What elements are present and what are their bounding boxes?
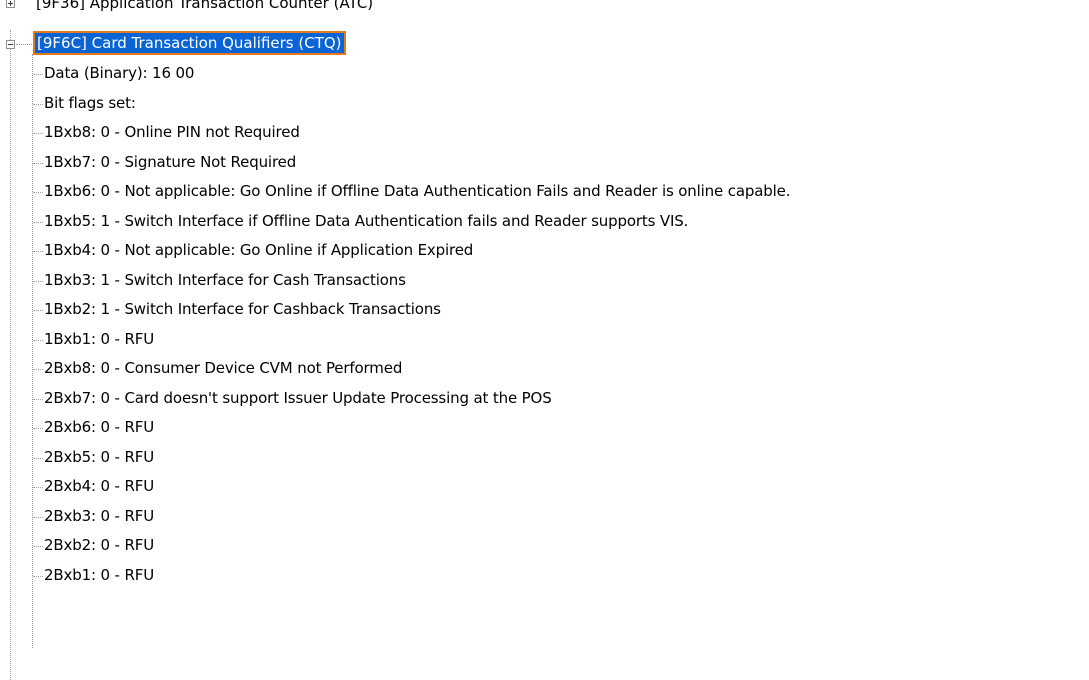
expand-plus-icon[interactable] xyxy=(6,0,15,8)
tree-child-item[interactable]: 1Bxb1: 0 - RFU xyxy=(0,325,1089,354)
tree-child-item[interactable]: Bit flags set: xyxy=(0,89,1089,118)
tree-child-item[interactable]: 1Bxb6: 0 - Not applicable: Go Online if … xyxy=(0,177,1089,206)
tree-child-item[interactable]: 2Bxb5: 0 - RFU xyxy=(0,443,1089,472)
tree-child-item[interactable]: 1Bxb2: 1 - Switch Interface for Cashback… xyxy=(0,295,1089,324)
tree-child-item[interactable]: 2Bxb1: 0 - RFU xyxy=(0,561,1089,590)
tree-child-label: 1Bxb8: 0 - Online PIN not Required xyxy=(44,123,300,141)
tree-connector xyxy=(33,280,43,282)
tree-node-previous[interactable]: [9F36] Application Transaction Counter (… xyxy=(0,0,520,15)
tree-child-label: 2Bxb1: 0 - RFU xyxy=(44,565,155,584)
tree-connector xyxy=(33,487,43,488)
tree-child-label: 2Bxb4: 0 - RFU xyxy=(44,477,155,495)
tree-child-item[interactable]: 1Bxb5: 1 - Switch Interface if Offline D… xyxy=(0,207,1089,236)
tree-child-label: 1Bxb3: 1 - Switch Interface for Cash Tra… xyxy=(44,270,406,289)
tree-node-label: [9F36] Application Transaction Counter (… xyxy=(36,0,374,12)
tree-child-item[interactable]: 2Bxb8: 0 - Consumer Device CVM not Perfo… xyxy=(0,354,1089,383)
tree-child-item[interactable]: 1Bxb3: 1 - Switch Interface for Cash Tra… xyxy=(0,266,1089,295)
tree-child-label: Bit flags set: xyxy=(44,93,136,112)
tree-connector xyxy=(33,516,43,518)
tree-child-label: 1Bxb6: 0 - Not applicable: Go Online if … xyxy=(44,182,791,200)
tree-child-label: Data (Binary): 16 00 xyxy=(44,64,195,82)
tree-child-item[interactable]: Data (Binary): 16 00 xyxy=(0,59,1089,88)
tree-connector xyxy=(33,251,43,252)
tree-child-label: 1Bxb1: 0 - RFU xyxy=(44,329,155,348)
tree-connector xyxy=(33,398,43,400)
tree-child-label: 2Bxb8: 0 - Consumer Device CVM not Perfo… xyxy=(44,359,403,377)
tree-connector xyxy=(33,192,43,193)
tree-connector xyxy=(33,428,43,429)
tree-child-item[interactable]: 1Bxb4: 0 - Not applicable: Go Online if … xyxy=(0,236,1089,265)
tree-view[interactable]: [9F36] Application Transaction Counter (… xyxy=(0,0,1089,680)
tree-child-label: 2Bxb7: 0 - Card doesn't support Issuer U… xyxy=(44,388,552,407)
tree-connector xyxy=(33,103,43,105)
tree-child-label: 2Bxb3: 0 - RFU xyxy=(44,506,155,525)
tree-child-label: 1Bxb5: 1 - Switch Interface if Offline D… xyxy=(44,211,689,230)
tree-connector xyxy=(33,339,43,341)
tree-connector xyxy=(33,74,43,75)
tree-child-label: 1Bxb4: 0 - Not applicable: Go Online if … xyxy=(44,241,474,259)
tree-child-label: 2Bxb2: 0 - RFU xyxy=(44,536,155,554)
collapse-minus-icon[interactable] xyxy=(6,40,15,49)
tree-child-item[interactable]: 1Bxb8: 0 - Online PIN not Required xyxy=(0,118,1089,147)
tree-child-item[interactable]: 2Bxb7: 0 - Card doesn't support Issuer U… xyxy=(0,384,1089,413)
tree-connector xyxy=(33,310,43,311)
tree-child-label: 2Bxb5: 0 - RFU xyxy=(44,447,155,466)
tree-child-item[interactable]: 2Bxb2: 0 - RFU xyxy=(0,531,1089,560)
tree-connector xyxy=(33,369,43,370)
tree-connector xyxy=(33,221,43,223)
tree-child-label: 1Bxb2: 1 - Switch Interface for Cashback… xyxy=(44,300,441,318)
tree-child-item[interactable]: 2Bxb4: 0 - RFU xyxy=(0,472,1089,501)
tree-child-item[interactable]: 2Bxb6: 0 - RFU xyxy=(0,413,1089,442)
tree-connector xyxy=(33,133,43,134)
tree-child-item[interactable]: 2Bxb3: 0 - RFU xyxy=(0,502,1089,531)
tree-connector xyxy=(16,44,34,45)
tree-connector xyxy=(33,546,43,547)
tree-child-label: 2Bxb6: 0 - RFU xyxy=(44,418,155,436)
tree-connector xyxy=(33,457,43,459)
tree-connector xyxy=(33,575,43,577)
tree-node-ctq[interactable]: [9F6C] Card Transaction Qualifiers (CTQ) xyxy=(0,30,460,58)
tree-connector xyxy=(33,162,43,164)
tree-node-label-selected[interactable]: [9F6C] Card Transaction Qualifiers (CTQ) xyxy=(33,31,346,55)
tree-child-item[interactable]: 1Bxb7: 0 - Signature Not Required xyxy=(0,148,1089,177)
tree-child-label: 1Bxb7: 0 - Signature Not Required xyxy=(44,152,297,171)
